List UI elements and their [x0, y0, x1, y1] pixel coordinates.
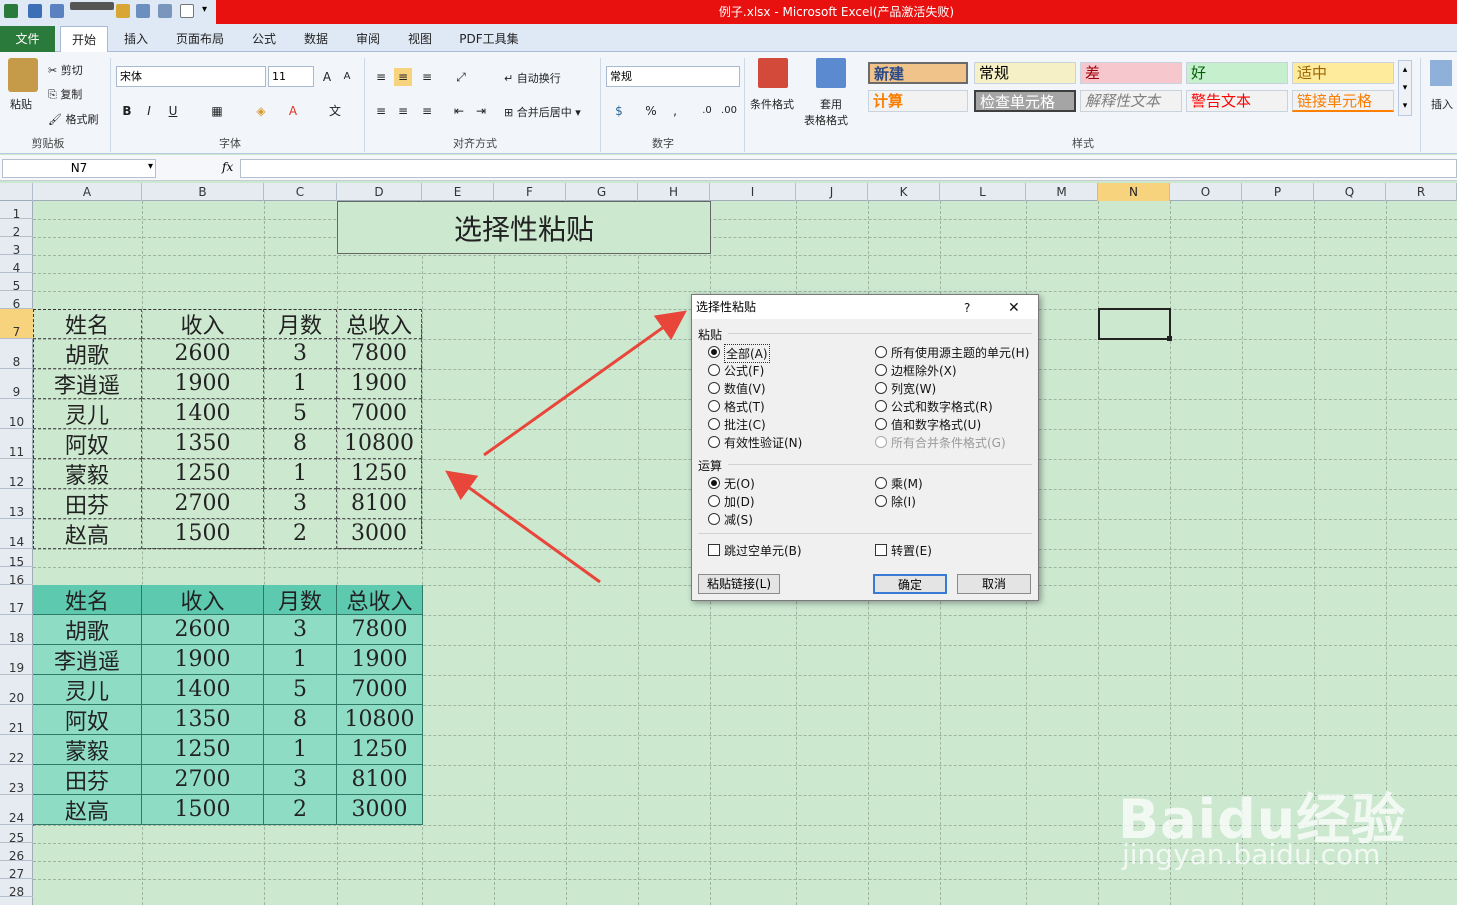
skip-blanks-label[interactable]: 跳过空单元(B)	[724, 542, 802, 559]
radio-subtract[interactable]	[708, 513, 720, 525]
baidu-watermark-url: jingyan.baidu.com	[1122, 838, 1381, 871]
radio-except-borders[interactable]	[875, 364, 887, 376]
radio-values-label[interactable]: 数值(V)	[724, 380, 766, 397]
radio-subtract-label[interactable]: 减(S)	[724, 511, 753, 528]
radio-comments-label[interactable]: 批注(C)	[724, 416, 766, 433]
radio-formulas-number-formats[interactable]	[875, 400, 887, 412]
ok-button[interactable]: 确定	[873, 574, 947, 594]
radio-add-label[interactable]: 加(D)	[724, 493, 755, 510]
transpose-checkbox[interactable]	[875, 544, 887, 556]
radio-none-label[interactable]: 无(O)	[724, 475, 755, 492]
radio-multiply[interactable]	[875, 477, 887, 489]
paste-section-label: 粘贴	[698, 328, 723, 342]
radio-all-label[interactable]: 全部(A)	[724, 344, 770, 363]
radio-multiply-label[interactable]: 乘(M)	[891, 475, 923, 492]
radio-formats[interactable]	[708, 400, 720, 412]
radio-divide-label[interactable]: 除(I)	[891, 493, 916, 510]
close-icon[interactable]: ✕	[1008, 300, 1020, 316]
radio-source-theme[interactable]	[875, 346, 887, 358]
radio-divide[interactable]	[875, 495, 887, 507]
radio-formulas[interactable]	[708, 364, 720, 376]
radio-none[interactable]	[708, 477, 720, 489]
operation-section-label: 运算	[698, 459, 723, 473]
radio-validation-label[interactable]: 有效性验证(N)	[724, 434, 802, 451]
radio-source-theme-label[interactable]: 所有使用源主题的单元(H)	[891, 344, 1029, 361]
radio-values-number-formats[interactable]	[875, 418, 887, 430]
arrow-to-table	[445, 470, 601, 584]
radio-validation[interactable]	[708, 436, 720, 448]
radio-all[interactable]	[708, 346, 720, 358]
radio-column-widths[interactable]	[875, 382, 887, 394]
radio-comments[interactable]	[708, 418, 720, 430]
radio-merge-conditional-formats	[875, 436, 887, 448]
divider	[698, 533, 1032, 534]
divider	[728, 464, 1032, 465]
radio-column-widths-label[interactable]: 列宽(W)	[891, 380, 936, 397]
skip-blanks-checkbox[interactable]	[708, 544, 720, 556]
radio-merge-conditional-formats-label: 所有合并条件格式(G)	[891, 436, 1006, 450]
radio-formulas-label[interactable]: 公式(F)	[724, 362, 764, 379]
paste-special-dialog: 选择性粘贴 ? ✕ 粘贴 全部(A) 公式(F) 数值(V) 格式(T) 批注(…	[691, 294, 1039, 601]
arrow-to-dialog	[483, 310, 687, 457]
radio-values-number-formats-label[interactable]: 值和数字格式(U)	[891, 416, 981, 433]
dialog-title: 选择性粘贴	[692, 295, 1038, 319]
transpose-label[interactable]: 转置(E)	[891, 542, 932, 559]
radio-values[interactable]	[708, 382, 720, 394]
paste-link-button[interactable]: 粘贴链接(L)	[698, 574, 780, 594]
cancel-button[interactable]: 取消	[957, 574, 1031, 594]
radio-add[interactable]	[708, 495, 720, 507]
radio-formulas-number-formats-label[interactable]: 公式和数字格式(R)	[891, 398, 993, 415]
radio-formats-label[interactable]: 格式(T)	[724, 398, 765, 415]
divider	[728, 333, 1032, 334]
radio-except-borders-label[interactable]: 边框除外(X)	[891, 362, 957, 379]
help-icon[interactable]: ?	[964, 301, 970, 315]
